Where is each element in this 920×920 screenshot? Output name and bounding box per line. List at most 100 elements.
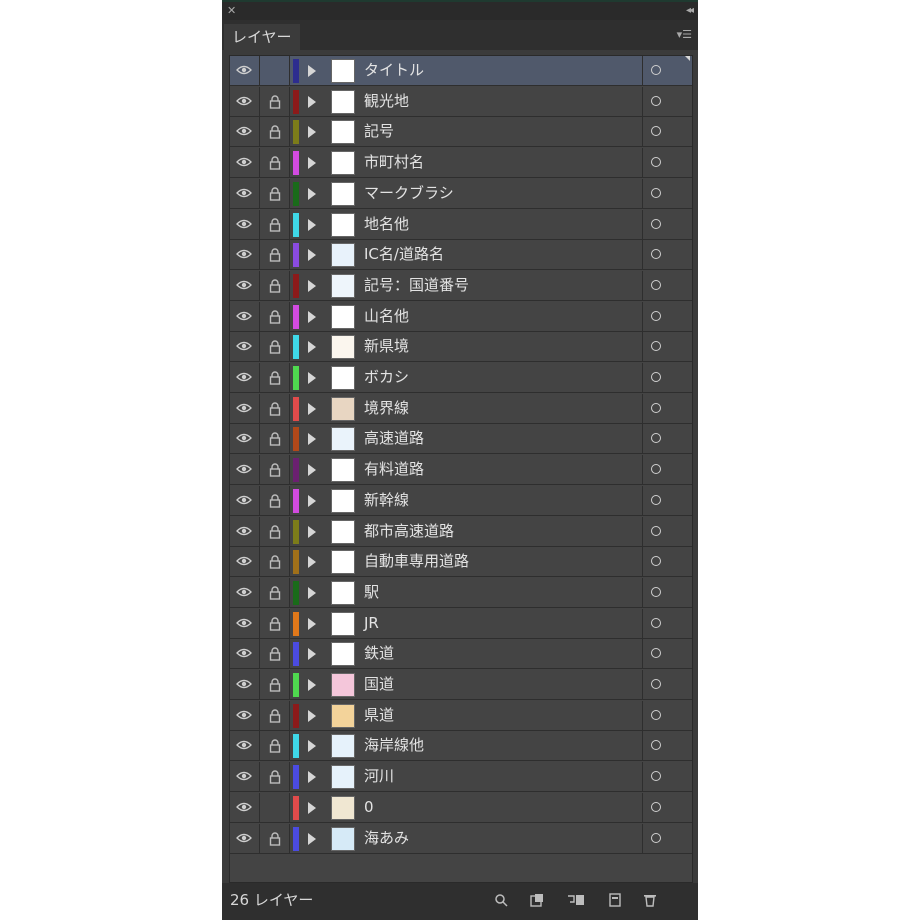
new-layer-icon[interactable] bbox=[608, 893, 622, 911]
lock-toggle[interactable] bbox=[260, 731, 290, 760]
lock-toggle[interactable] bbox=[260, 455, 290, 484]
lock-toggle[interactable] bbox=[260, 117, 290, 146]
target-circle-icon[interactable] bbox=[651, 433, 661, 443]
layer-name[interactable]: IC名/道路名 bbox=[364, 240, 444, 269]
layer-row[interactable]: 県道 bbox=[230, 701, 692, 731]
close-icon[interactable]: ✕ bbox=[227, 4, 236, 18]
lock-toggle[interactable] bbox=[260, 486, 290, 515]
target-circle-icon[interactable] bbox=[651, 96, 661, 106]
layer-row[interactable]: ボカシ bbox=[230, 363, 692, 393]
layer-row[interactable]: 記号：国道番号 bbox=[230, 271, 692, 301]
panel-menu-icon[interactable]: ▾☰ bbox=[677, 28, 692, 41]
layer-name[interactable]: マークブラシ bbox=[364, 179, 454, 208]
layer-row[interactable]: 新幹線 bbox=[230, 486, 692, 516]
layer-row[interactable]: 市町村名 bbox=[230, 148, 692, 178]
layer-name[interactable]: 国道 bbox=[364, 670, 394, 699]
target-circle-icon[interactable] bbox=[651, 771, 661, 781]
target-circle-icon[interactable] bbox=[651, 341, 661, 351]
target-circle-icon[interactable] bbox=[651, 65, 661, 75]
layer-row[interactable]: JR bbox=[230, 609, 692, 639]
search-icon[interactable] bbox=[494, 893, 508, 911]
target-circle-icon[interactable] bbox=[651, 280, 661, 290]
lock-toggle[interactable] bbox=[260, 271, 290, 300]
target-circle-icon[interactable] bbox=[651, 157, 661, 167]
layer-row[interactable]: 自動車専用道路 bbox=[230, 547, 692, 577]
layer-name[interactable]: 記号：国道番号 bbox=[364, 271, 469, 300]
target-circle-icon[interactable] bbox=[651, 249, 661, 259]
target-circle-icon[interactable] bbox=[651, 403, 661, 413]
layer-row[interactable]: 都市高速道路 bbox=[230, 517, 692, 547]
layer-row[interactable]: 海あみ bbox=[230, 824, 692, 854]
layer-name[interactable]: 新幹線 bbox=[364, 486, 409, 515]
visibility-toggle[interactable] bbox=[230, 332, 260, 361]
target-circle-icon[interactable] bbox=[651, 833, 661, 843]
lock-toggle[interactable] bbox=[260, 148, 290, 177]
layer-row[interactable]: 山名他 bbox=[230, 302, 692, 332]
lock-toggle[interactable] bbox=[260, 56, 290, 85]
visibility-toggle[interactable] bbox=[230, 731, 260, 760]
visibility-toggle[interactable] bbox=[230, 517, 260, 546]
layer-name[interactable]: 海あみ bbox=[364, 824, 409, 853]
target-circle-icon[interactable] bbox=[651, 372, 661, 382]
lock-toggle[interactable] bbox=[260, 332, 290, 361]
disclosure-triangle-icon[interactable] bbox=[308, 556, 316, 568]
layer-name[interactable]: 0 bbox=[364, 793, 374, 822]
visibility-toggle[interactable] bbox=[230, 793, 260, 822]
target-circle-icon[interactable] bbox=[651, 618, 661, 628]
lock-toggle[interactable] bbox=[260, 670, 290, 699]
disclosure-triangle-icon[interactable] bbox=[308, 372, 316, 384]
collapse-panel-icon[interactable]: ◂◂ bbox=[686, 4, 694, 18]
disclosure-triangle-icon[interactable] bbox=[308, 740, 316, 752]
disclosure-triangle-icon[interactable] bbox=[308, 126, 316, 138]
layer-row[interactable]: IC名/道路名 bbox=[230, 240, 692, 270]
lock-toggle[interactable] bbox=[260, 762, 290, 791]
visibility-toggle[interactable] bbox=[230, 670, 260, 699]
target-circle-icon[interactable] bbox=[651, 802, 661, 812]
visibility-toggle[interactable] bbox=[230, 117, 260, 146]
disclosure-triangle-icon[interactable] bbox=[308, 341, 316, 353]
target-circle-icon[interactable] bbox=[651, 219, 661, 229]
target-circle-icon[interactable] bbox=[651, 587, 661, 597]
layer-row[interactable]: 高速道路 bbox=[230, 424, 692, 454]
visibility-toggle[interactable] bbox=[230, 394, 260, 423]
visibility-toggle[interactable] bbox=[230, 486, 260, 515]
visibility-toggle[interactable] bbox=[230, 87, 260, 116]
layer-name[interactable]: 市町村名 bbox=[364, 148, 424, 177]
layer-name[interactable]: ボカシ bbox=[364, 363, 409, 392]
tab-layers[interactable]: レイヤー bbox=[224, 24, 300, 50]
target-circle-icon[interactable] bbox=[651, 556, 661, 566]
lock-toggle[interactable] bbox=[260, 701, 290, 730]
disclosure-triangle-icon[interactable] bbox=[308, 219, 316, 231]
layer-name[interactable]: タイトル bbox=[364, 56, 424, 85]
layer-row[interactable]: 記号 bbox=[230, 117, 692, 147]
disclosure-triangle-icon[interactable] bbox=[308, 648, 316, 660]
lock-toggle[interactable] bbox=[260, 609, 290, 638]
disclosure-triangle-icon[interactable] bbox=[308, 433, 316, 445]
layer-name[interactable]: 高速道路 bbox=[364, 424, 424, 453]
disclosure-triangle-icon[interactable] bbox=[308, 710, 316, 722]
lock-toggle[interactable] bbox=[260, 578, 290, 607]
lock-toggle[interactable] bbox=[260, 179, 290, 208]
layer-name[interactable]: 海岸線他 bbox=[364, 731, 424, 760]
visibility-toggle[interactable] bbox=[230, 56, 260, 85]
disclosure-triangle-icon[interactable] bbox=[308, 833, 316, 845]
disclosure-triangle-icon[interactable] bbox=[308, 802, 316, 814]
disclosure-triangle-icon[interactable] bbox=[308, 96, 316, 108]
lock-toggle[interactable] bbox=[260, 302, 290, 331]
disclosure-triangle-icon[interactable] bbox=[308, 464, 316, 476]
layer-row[interactable]: 河川 bbox=[230, 762, 692, 792]
disclosure-triangle-icon[interactable] bbox=[308, 157, 316, 169]
lock-toggle[interactable] bbox=[260, 394, 290, 423]
layer-name[interactable]: 記号 bbox=[364, 117, 394, 146]
target-circle-icon[interactable] bbox=[651, 311, 661, 321]
disclosure-triangle-icon[interactable] bbox=[308, 679, 316, 691]
layer-row[interactable]: 国道 bbox=[230, 670, 692, 700]
layer-name[interactable]: 新県境 bbox=[364, 332, 409, 361]
layer-name[interactable]: 鉄道 bbox=[364, 639, 394, 668]
disclosure-triangle-icon[interactable] bbox=[308, 280, 316, 292]
make-clipping-mask-icon[interactable] bbox=[530, 893, 544, 911]
visibility-toggle[interactable] bbox=[230, 148, 260, 177]
visibility-toggle[interactable] bbox=[230, 824, 260, 853]
layer-name[interactable]: JR bbox=[364, 609, 379, 638]
disclosure-triangle-icon[interactable] bbox=[308, 249, 316, 261]
